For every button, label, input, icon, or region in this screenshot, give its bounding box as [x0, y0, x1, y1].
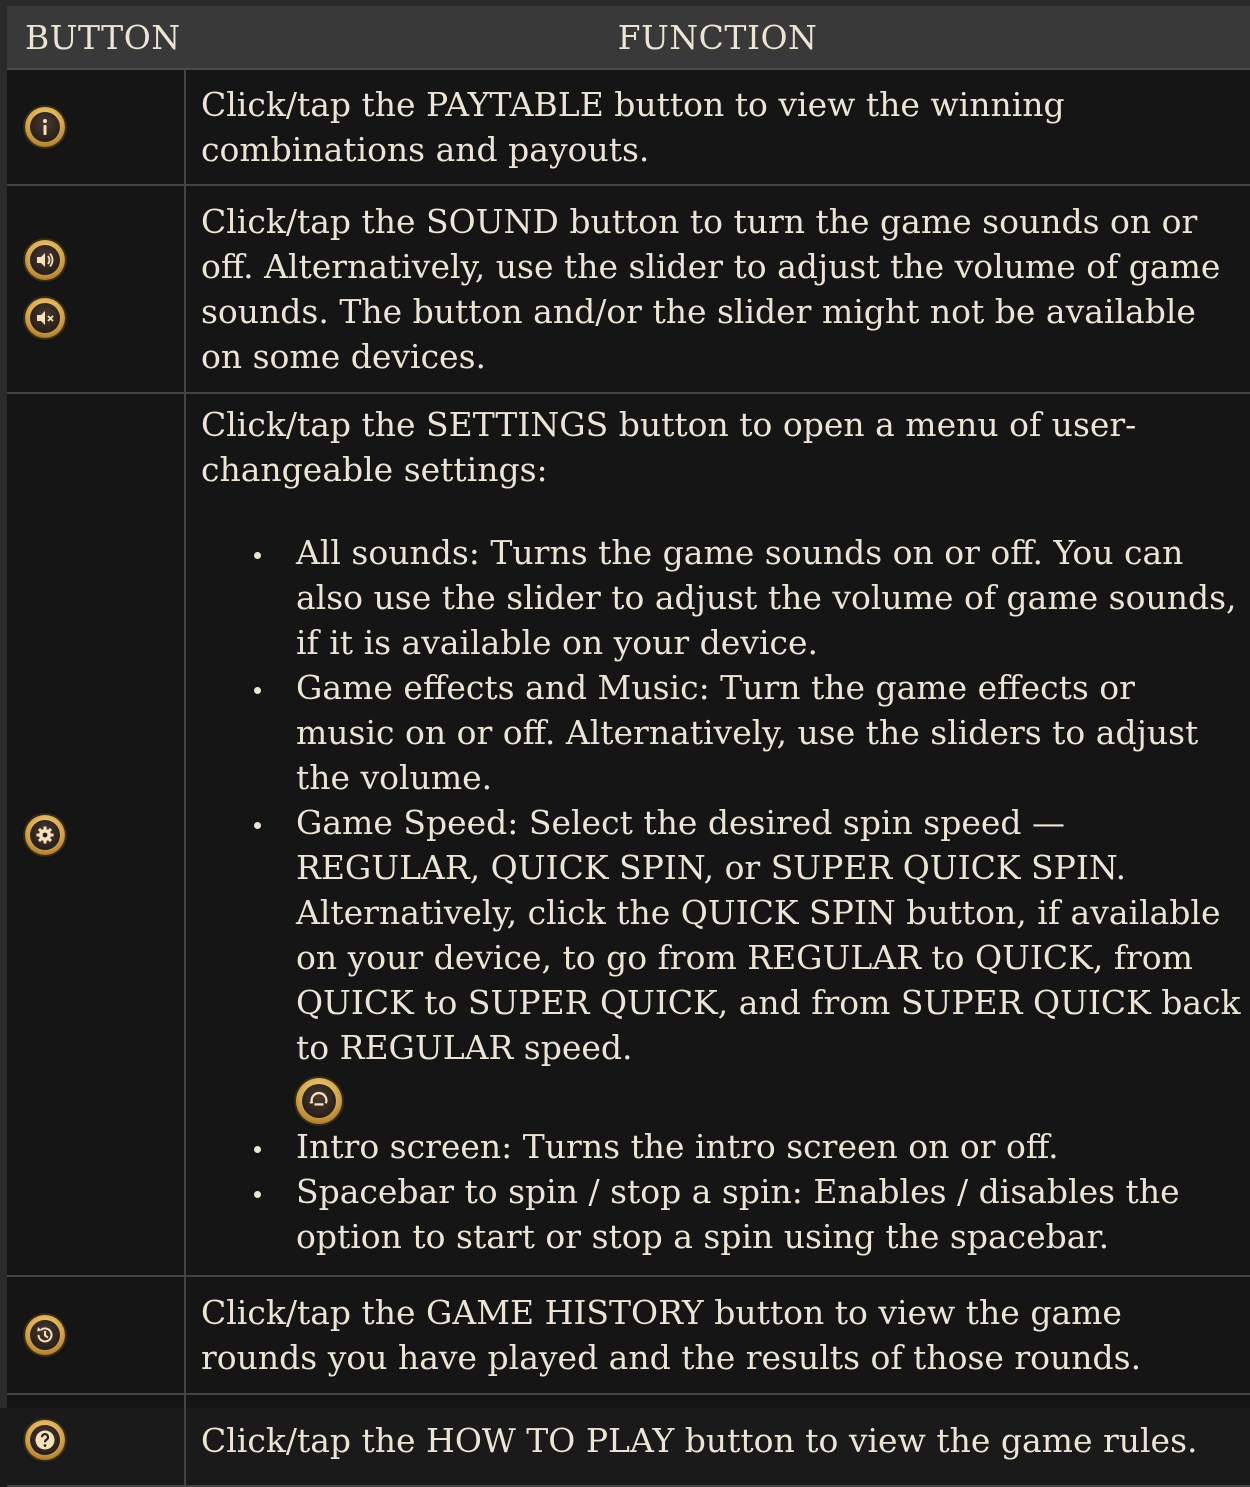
list-item: Spacebar to spin / stop a spin: Enables … [254, 1169, 1242, 1259]
function-column-header: FUNCTION [185, 6, 1250, 70]
list-item-text: Game Speed: Select the desired spin spee… [296, 803, 1241, 1067]
button-cell [7, 1276, 186, 1395]
list-item: Intro screen: Turns the intro screen on … [254, 1124, 1242, 1169]
list-item: Game effects and Music: Turn the game ef… [254, 665, 1242, 800]
list-item: Game Speed: Select the desired spin spee… [254, 800, 1242, 1124]
button-function-table: BUTTON FUNCTION Click/tap the PAYTABLE b… [7, 6, 1250, 1487]
button-column-header: BUTTON [7, 6, 185, 70]
list-item: All sounds: Turns the game sounds on or … [254, 530, 1242, 665]
history-icon [25, 1315, 65, 1355]
settings-icon [25, 814, 65, 855]
settings-intro: Click/tap the SETTINGS button to open a … [201, 405, 1137, 489]
function-cell: Click/tap the SETTINGS button to open a … [185, 393, 1250, 1277]
sound-off-icon [25, 298, 65, 338]
rules-panel: BUTTON FUNCTION Click/tap the PAYTABLE b… [0, 0, 1250, 1487]
function-text: Click/tap the GAME HISTORY button to vie… [185, 1276, 1250, 1395]
settings-list: All sounds: Turns the game sounds on or … [201, 530, 1242, 1259]
sound-on-icon [25, 240, 65, 280]
button-cell [7, 393, 186, 1277]
button-cell [7, 185, 186, 394]
table-row-history: Click/tap the GAME HISTORY button to vie… [7, 1276, 1250, 1395]
table-header-row: BUTTON FUNCTION [7, 6, 1250, 70]
table-row-paytable: Click/tap the PAYTABLE button to view th… [7, 69, 1250, 186]
function-text: Click/tap the SOUND button to turn the g… [185, 185, 1250, 394]
help-icon [25, 1420, 65, 1460]
quick-spin-icon [296, 1078, 342, 1124]
function-text: Click/tap the PAYTABLE button to view th… [185, 69, 1250, 186]
button-cell [7, 69, 186, 186]
info-icon [25, 107, 65, 147]
table-row-sound: Click/tap the SOUND button to turn the g… [7, 185, 1250, 394]
table-row-settings: Click/tap the SETTINGS button to open a … [7, 393, 1250, 1277]
